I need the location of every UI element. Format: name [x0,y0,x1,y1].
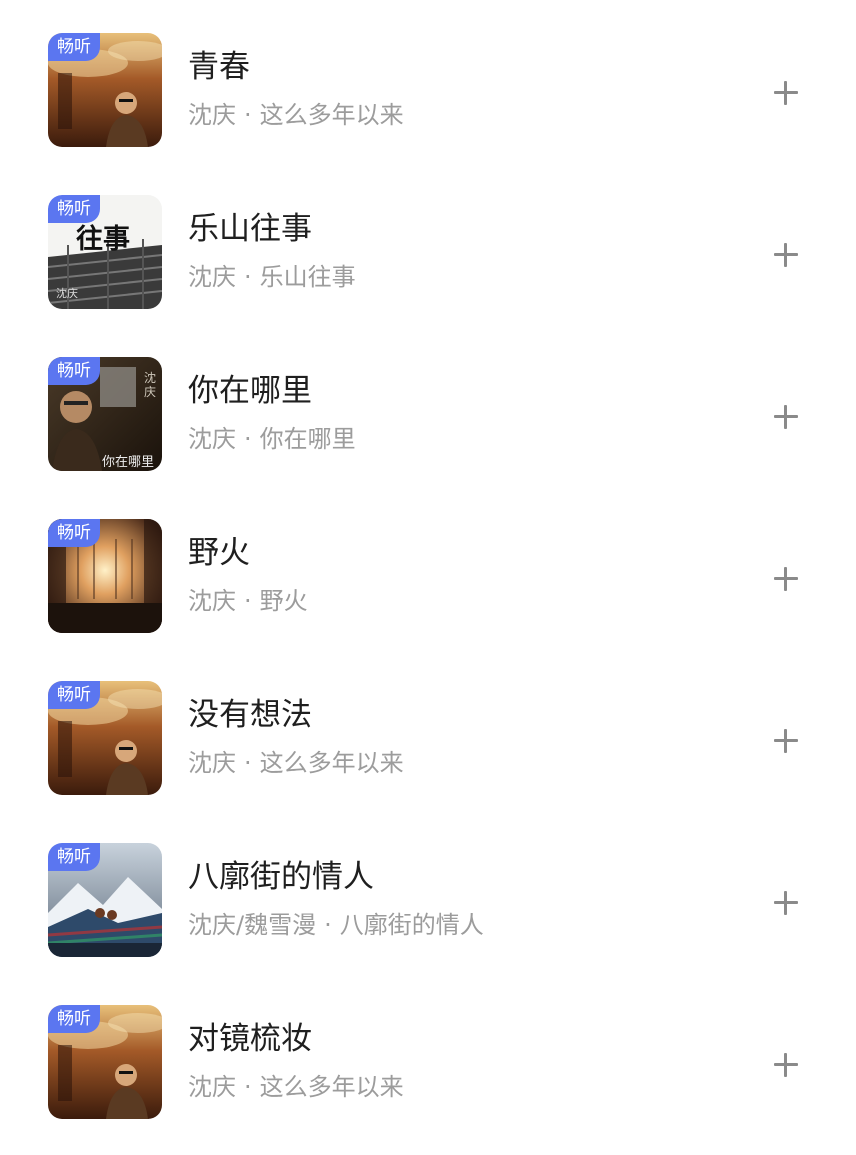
artist-name: 沈庆 [188,425,236,453]
album-name: 八廓街的情人 [339,911,484,939]
artist-name: 沈庆 [188,101,236,129]
streaming-badge: 畅听 [48,1005,100,1033]
song-subtitle: 沈庆 · 野火 [188,585,308,617]
streaming-badge: 畅听 [48,843,100,871]
add-to-playlist-button[interactable] [766,721,806,761]
cover-artist-text: 沈庆 [56,287,78,300]
song-subtitle: 沈庆/魏雪漫 · 八廓街的情人 [188,909,484,941]
album-cover[interactable]: 畅听 [48,33,162,147]
artist-name: 沈庆 [188,587,236,615]
song-row[interactable]: 畅听 没有想法 沈庆 · 这么多年以来 [0,681,856,831]
artist-name: 沈庆/魏雪漫 [188,911,317,939]
album-name: 乐山往事 [259,263,356,291]
song-title: 青春 [188,49,250,85]
song-subtitle: 沈庆 · 乐山往事 [188,261,356,293]
album-name: 这么多年以来 [259,749,404,777]
album-cover[interactable]: 畅听 沈庆 你在哪里 [48,357,162,471]
add-to-playlist-button[interactable] [766,397,806,437]
artist-name: 沈庆 [188,1073,236,1101]
album-cover[interactable]: 畅听 [48,843,162,957]
album-cover[interactable]: 畅听 [48,681,162,795]
separator: · [244,749,252,777]
separator: · [244,1073,252,1101]
song-title: 野火 [188,535,250,571]
cover-artist-text: 沈庆 [144,371,157,399]
song-subtitle: 沈庆 · 这么多年以来 [188,747,404,779]
song-row[interactable]: 畅听 往事 沈庆 乐山往事 沈庆 · 乐山往事 [0,195,856,345]
album-name: 这么多年以来 [259,1073,404,1101]
separator: · [244,587,252,615]
album-cover[interactable]: 畅听 [48,1005,162,1119]
separator: · [324,911,332,939]
add-to-playlist-button[interactable] [766,235,806,275]
song-title: 你在哪里 [188,373,312,409]
song-title: 没有想法 [188,697,312,733]
cover-title-text: 你在哪里 [102,455,155,470]
song-subtitle: 沈庆 · 你在哪里 [188,423,356,455]
album-name: 野火 [259,587,308,615]
song-row[interactable]: 畅听 野火 沈庆 · 野火 [0,519,856,669]
album-cover[interactable]: 畅听 往事 沈庆 [48,195,162,309]
artist-name: 沈庆 [188,263,236,291]
artist-name: 沈庆 [188,749,236,777]
album-name: 这么多年以来 [259,101,404,129]
add-to-playlist-button[interactable] [766,559,806,599]
song-subtitle: 沈庆 · 这么多年以来 [188,99,404,131]
song-row[interactable]: 畅听 沈庆 你在哪里 你在哪里 沈庆 · 你在哪里 [0,357,856,507]
album-name: 你在哪里 [259,425,356,453]
song-row[interactable]: 畅听 对镜梳妆 沈庆 · 这么多年以来 [0,1005,856,1155]
song-row[interactable]: 畅听 八廓街的情人 沈庆/魏雪漫 · 八廓街的情人 [0,843,856,993]
add-to-playlist-button[interactable] [766,73,806,113]
streaming-badge: 畅听 [48,681,100,709]
streaming-badge: 畅听 [48,357,100,385]
streaming-badge: 畅听 [48,519,100,547]
song-title: 乐山往事 [188,211,312,247]
cover-title-text: 往事 [76,224,130,255]
song-subtitle: 沈庆 · 这么多年以来 [188,1071,404,1103]
album-cover[interactable]: 畅听 [48,519,162,633]
separator: · [244,101,252,129]
add-to-playlist-button[interactable] [766,1045,806,1085]
song-list: 畅听 青春 沈庆 · 这么多年以来 畅听 往事 沈庆 乐山往事 沈庆 · 乐山往… [0,0,856,1141]
song-title: 八廓街的情人 [188,859,374,895]
song-title: 对镜梳妆 [188,1021,312,1057]
separator: · [244,263,252,291]
add-to-playlist-button[interactable] [766,883,806,923]
separator: · [244,425,252,453]
streaming-badge: 畅听 [48,33,100,61]
song-row[interactable]: 畅听 青春 沈庆 · 这么多年以来 [0,33,856,183]
